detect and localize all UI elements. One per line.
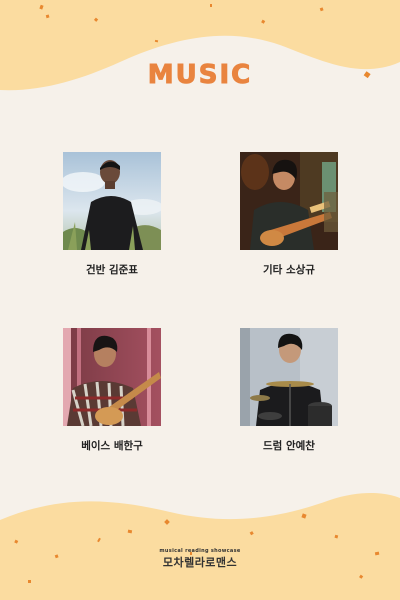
photo-bass	[63, 328, 161, 426]
photo-guitar	[240, 152, 338, 250]
photo-keyboard	[63, 152, 161, 250]
member-caption: 드럼 안예찬	[263, 440, 315, 452]
brand-logo: musical reading showcase 모차렐라로맨스	[0, 548, 400, 570]
member-caption: 건반 김준표	[86, 264, 138, 276]
member-caption: 기타 소상규	[263, 264, 315, 276]
logo-name: 모차렐라로맨스	[162, 556, 238, 569]
page-title: MUSIC	[147, 60, 253, 91]
member-card-guitar: 기타 소상규	[240, 152, 338, 277]
photo-drums	[240, 328, 338, 426]
member-card-drums: 드럼 안예찬	[240, 328, 338, 453]
member-card-keyboard: 건반 김준표	[63, 152, 161, 277]
top-wave-decoration	[0, 0, 400, 91]
member-caption: 베이스 배한구	[81, 440, 143, 452]
bottom-wave-decoration	[0, 493, 400, 600]
member-card-bass: 베이스 배한구	[63, 328, 161, 453]
